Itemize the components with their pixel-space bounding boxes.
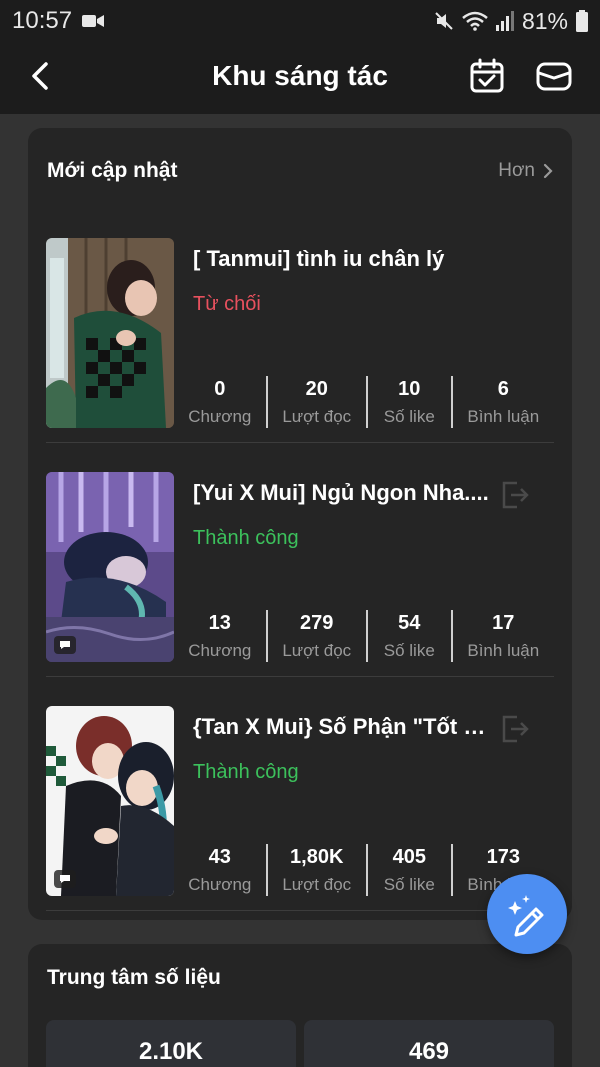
stat-label: Số like	[383, 874, 435, 894]
stat-reads: 279 Lượt đọc	[268, 610, 366, 662]
stat-value: 10	[398, 377, 421, 400]
story-cover[interactable]	[46, 472, 174, 662]
story-item[interactable]: [ Tanmui] tình iu chân lý Từ chối 0 Chươ…	[46, 238, 554, 432]
signal-icon	[495, 11, 514, 31]
stat-chapters: 0 Chương	[174, 376, 266, 428]
metric-box[interactable]: 2.10K	[46, 1020, 296, 1067]
stat-value: 20	[305, 377, 328, 400]
mute-icon	[434, 11, 454, 31]
section-title: Trung tâm số liệu	[47, 966, 221, 989]
comment-icon	[60, 875, 70, 883]
page-title: Khu sáng tác	[212, 60, 388, 91]
chevron-right-icon	[543, 163, 553, 179]
story-status-success: Thành công	[193, 761, 299, 783]
stat-label: Chương	[188, 406, 252, 426]
story-cover[interactable]	[46, 706, 174, 896]
story-title[interactable]: [Yui X Mui] Ngủ Ngon Nha....	[193, 480, 493, 506]
write-fab-button[interactable]	[487, 874, 567, 954]
mail-icon	[536, 62, 572, 91]
stat-reads: 20 Lượt đọc	[268, 376, 366, 428]
stat-value: 43	[208, 845, 231, 868]
story-cover[interactable]	[46, 238, 174, 428]
metric-box[interactable]: 469	[304, 1020, 554, 1067]
calendar-check-icon	[470, 58, 504, 93]
stat-likes: 10 Số like	[368, 376, 451, 428]
divider	[46, 676, 554, 677]
wifi-icon	[462, 11, 488, 31]
stat-value: 173	[486, 845, 520, 868]
metric-value: 469	[408, 1038, 450, 1065]
stat-label: Số like	[383, 406, 435, 426]
stat-value: 6	[497, 377, 509, 400]
stat-label: Chương	[188, 640, 252, 660]
data-center-card: Trung tâm số liệu 2.10K 469	[28, 944, 572, 1067]
exit-icon	[502, 715, 529, 743]
battery-icon	[576, 10, 588, 32]
stat-value: 54	[398, 611, 421, 634]
stat-comments: 6 Bình luận	[453, 376, 554, 428]
stat-likes: 405 Số like	[368, 844, 451, 896]
stat-label: Bình luận	[467, 640, 540, 660]
recent-updates-card: Mới cập nhật Hơn [Tanmui] tình iu chân …	[28, 128, 572, 920]
stat-label: Bình luận	[467, 406, 540, 426]
status-time: 10:57	[12, 7, 73, 34]
stat-value: 13	[208, 611, 231, 634]
exit-button[interactable]	[500, 480, 530, 510]
metric-value: 2.10K	[138, 1038, 204, 1065]
stat-value: 0	[214, 377, 226, 400]
divider	[46, 910, 554, 911]
stat-likes: 54 Số like	[368, 610, 451, 662]
story-stats: 0 Chương 20 Lượt đọc 10 Số like 6 Bình l…	[174, 376, 554, 428]
story-status-rejected: Từ chối	[193, 293, 261, 315]
calendar-button[interactable]	[469, 58, 505, 94]
app-bar: Khu sáng tác	[0, 42, 600, 114]
story-title[interactable]: [ Tanmui] tình iu chân lý	[193, 246, 493, 272]
comment-badge	[54, 870, 76, 888]
more-link[interactable]: Hơn	[498, 160, 553, 182]
exit-button[interactable]	[500, 714, 530, 744]
stat-value: 279	[300, 611, 334, 634]
comment-badge	[54, 636, 76, 654]
more-label: Hơn	[498, 160, 535, 181]
card-header: Mới cập nhật Hơn	[47, 156, 553, 186]
stat-label: Chương	[188, 874, 252, 894]
divider	[46, 442, 554, 443]
stat-value: 1,80K	[290, 845, 344, 868]
stat-value: 17	[492, 611, 515, 634]
comment-icon	[60, 641, 70, 649]
battery-percent: 81%	[521, 7, 568, 34]
story-title[interactable]: {Tan X Mui} Số Phận "Tốt X...	[193, 714, 493, 740]
stat-label: Lượt đọc	[282, 874, 352, 894]
stat-reads: 1,80K Lượt đọc	[268, 844, 366, 896]
stat-chapters: 43 Chương	[174, 844, 266, 896]
stat-chapters: 13 Chương	[174, 610, 266, 662]
story-stats: 13 Chương 279 Lượt đọc 54 Số like 17 Bìn…	[174, 610, 554, 662]
stat-comments: 17 Bình luận	[453, 610, 554, 662]
stat-label: Số like	[383, 640, 435, 660]
section-title: Mới cập nhật	[47, 159, 178, 182]
story-item[interactable]: [Yui X Mui] Ngủ Ngon Nha.... Thành công …	[46, 472, 554, 666]
stat-label: Lượt đọc	[282, 406, 352, 426]
stat-value: 405	[392, 845, 426, 868]
story-item[interactable]: {Tan X Mui} Số Phận "Tốt X... Thành công…	[46, 706, 554, 900]
exit-icon	[502, 481, 529, 509]
video-camera-icon	[82, 13, 105, 29]
magic-pen-icon	[508, 895, 544, 937]
story-status-success: Thành công	[193, 527, 299, 549]
status-bar: 10:57 81%	[0, 0, 600, 42]
stat-label: Lượt đọc	[282, 640, 352, 660]
mail-button[interactable]	[535, 58, 573, 94]
